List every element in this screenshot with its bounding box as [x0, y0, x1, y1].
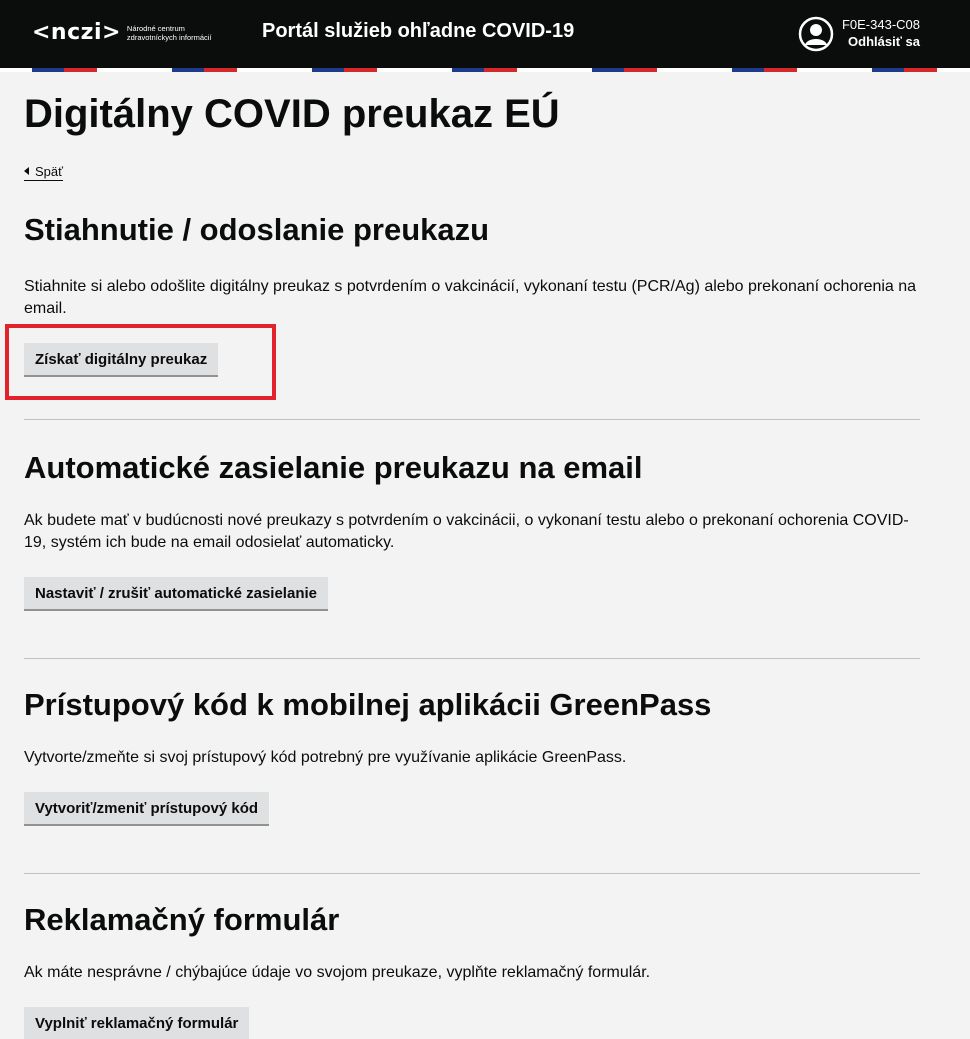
logo-subtitle: Národné centrum zdravotníckych informáci…	[126, 23, 212, 42]
flag-stripes	[0, 68, 970, 72]
section-text: Stiahnite si alebo odošlite digitálny pr…	[24, 278, 917, 317]
nczi-logo[interactable]: <nczi> Národné centrum zdravotníckych in…	[32, 20, 227, 45]
complaint-form-button[interactable]: Vyplniť reklamačný formulár	[24, 1007, 250, 1039]
divider	[24, 873, 920, 874]
section-heading: Reklamačný formulár	[24, 902, 340, 937]
back-label: Späť	[35, 164, 64, 179]
top-header: <nczi> Národné centrum zdravotníckych in…	[0, 0, 970, 68]
section-heading: Automatické zasielanie preukazu na email	[24, 450, 643, 485]
section-text: Vytvorte/zmeňte si svoj prístupový kód p…	[24, 749, 627, 766]
section-heading: Stiahnutie / odoslanie preukazu	[24, 212, 490, 247]
user-info: F0E-343-C08 Odhlásiť sa	[842, 17, 920, 50]
triangle-left-icon	[24, 167, 29, 175]
logo-mark: <nczi>	[32, 20, 121, 45]
section-greenpass: Prístupový kód k mobilnej aplikácii Gree…	[24, 687, 920, 824]
logout-link[interactable]: Odhlásiť sa	[842, 33, 920, 50]
user-circle-icon[interactable]	[798, 16, 834, 52]
section-text: Ak máte nesprávne / chýbajúce údaje vo s…	[24, 964, 651, 981]
section-auto-email: Automatické zasielanie preukazu na email…	[24, 450, 920, 609]
section-text: Ak budete mať v budúcnosti nové preukazy…	[24, 512, 909, 551]
divider	[24, 658, 920, 659]
divider	[24, 419, 920, 420]
section-heading: Prístupový kód k mobilnej aplikácii Gree…	[24, 687, 712, 722]
portal-title: Portál služieb ohľadne COVID-19	[262, 20, 575, 42]
page-title: Digitálny COVID preukaz EÚ	[24, 92, 560, 136]
highlight-box	[5, 324, 276, 400]
user-id: F0E-343-C08	[841, 17, 920, 32]
greenpass-code-button[interactable]: Vytvoriť/zmeniť prístupový kód	[24, 792, 270, 824]
auto-email-button[interactable]: Nastaviť / zrušiť automatické zasielanie	[24, 577, 328, 609]
section-complaint: Reklamačný formulár Ak máte nesprávne / …	[24, 902, 920, 1039]
back-link[interactable]: Späť	[24, 164, 64, 181]
